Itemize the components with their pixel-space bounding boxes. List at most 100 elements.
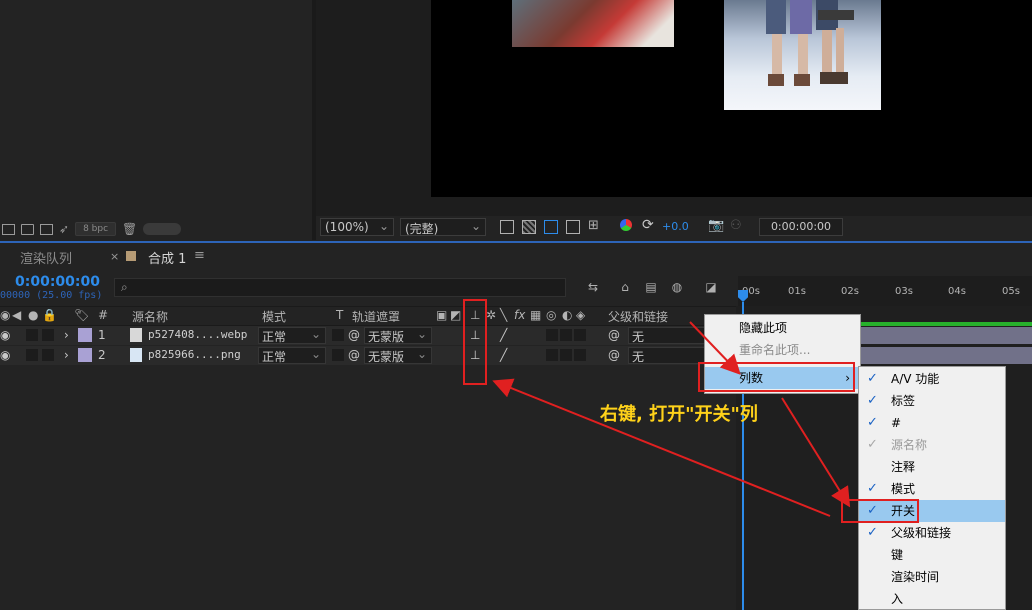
submenu-item-av[interactable]: ✓ A/V 功能 xyxy=(859,368,1005,390)
graph-editor-icon[interactable]: ◪ xyxy=(704,281,718,294)
expand-chevron-icon[interactable]: › xyxy=(64,328,69,342)
video-visibility-icon[interactable]: ◉ xyxy=(0,328,10,342)
grid-guides-icon[interactable]: ⊞ xyxy=(588,218,599,233)
collapse-switch-icon[interactable]: ✲ xyxy=(486,308,496,322)
flowchart-icon[interactable]: ➶ xyxy=(59,222,69,236)
panel-menu-icon[interactable]: ≡ xyxy=(194,248,205,263)
track-matte-header[interactable]: 轨道遮罩 xyxy=(352,308,400,325)
tab-render-queue[interactable]: 渲染队列 xyxy=(20,248,72,267)
color-channel-icon[interactable] xyxy=(620,219,632,231)
solo-toggle[interactable] xyxy=(42,349,54,361)
current-time[interactable]: 0:00:00:00 xyxy=(15,274,100,290)
switch-cell[interactable] xyxy=(546,349,558,361)
table-row[interactable]: ◉ › 2 p825966....png 正常 ⌄ @ 无蒙版 ⌄ ⊥ ╱ @ 无 xyxy=(0,346,736,365)
region-of-interest-icon[interactable] xyxy=(566,220,580,234)
switch-cell[interactable] xyxy=(574,329,586,341)
zoom-select[interactable]: (100%) ⌄ xyxy=(320,218,394,236)
bit-depth-button[interactable]: 8 bpc xyxy=(75,222,117,236)
submenu-item-source-name[interactable]: ✓ 源名称 xyxy=(859,434,1005,456)
audio-switch-icon[interactable]: ◀ xyxy=(12,308,21,322)
blend-mode-select[interactable]: 正常 ⌄ xyxy=(258,327,326,344)
track-matte-select[interactable]: 无蒙版 ⌄ xyxy=(364,347,432,364)
submenu-item-switches[interactable]: ✓ 开关 xyxy=(859,500,1005,522)
label-color-swatch[interactable] xyxy=(78,328,92,342)
layer-1-image[interactable] xyxy=(512,0,674,47)
layer-number-header[interactable]: # xyxy=(98,308,108,322)
transparency-grid-icon[interactable] xyxy=(522,220,536,234)
snapshot-icon[interactable]: 📷 xyxy=(708,218,724,233)
submenu-item-parent[interactable]: ✓ 父级和链接 xyxy=(859,522,1005,544)
menu-item-rename[interactable]: 重命名此项... xyxy=(705,339,860,361)
delete-icon[interactable]: 🗑 xyxy=(122,222,137,236)
submenu-item-label-col[interactable]: ✓ 标签 xyxy=(859,390,1005,412)
quality-switch-icon[interactable]: ╲ xyxy=(500,308,507,322)
submenu-item-comment[interactable]: 注释 xyxy=(859,456,1005,478)
blend-mode-select[interactable]: 正常 ⌄ xyxy=(258,347,326,364)
video-visibility-icon[interactable]: ◉ xyxy=(0,348,10,362)
adjustment-layer-icon[interactable]: ◐ xyxy=(562,308,572,322)
submenu-item-render-time[interactable]: 渲染时间 xyxy=(859,566,1005,588)
parent-select[interactable]: 无 xyxy=(628,327,708,344)
new-composition-icon[interactable] xyxy=(40,223,53,235)
viewer-timecode[interactable]: 0:00:00:00 xyxy=(759,218,843,236)
3d-layer-icon[interactable]: ◈ xyxy=(576,308,585,322)
shy-switch-icon[interactable]: ⊥ xyxy=(470,308,480,322)
parent-select[interactable]: 无 xyxy=(628,347,708,364)
exposure-reset-icon[interactable]: ⟳ xyxy=(642,217,654,233)
fx-switch-icon[interactable]: fx xyxy=(514,308,525,322)
track-matte-select[interactable]: 无蒙版 ⌄ xyxy=(364,327,432,344)
mode-header[interactable]: 模式 xyxy=(262,308,286,325)
time-ruler[interactable]: 00s 01s 02s 03s 04s 05s xyxy=(738,276,1032,306)
new-folder-icon[interactable] xyxy=(21,223,34,235)
preserve-transparency-header[interactable]: T xyxy=(336,308,343,322)
resolution-select[interactable]: (完整) ⌄ xyxy=(400,218,486,236)
switch-cell[interactable] xyxy=(560,349,572,361)
submenu-item-keys[interactable]: 键 xyxy=(859,544,1005,566)
layer-search-input[interactable]: ⌕ xyxy=(114,278,566,297)
layer-source-name[interactable]: p527408....webp xyxy=(148,328,247,341)
parent-header[interactable]: 父级和链接 xyxy=(608,308,668,325)
switch-cell[interactable] xyxy=(560,329,572,341)
table-row[interactable]: ◉ › 1 p527408....webp 正常 ⌄ @ 无蒙版 ⌄ ⊥ ╱ @ 无 xyxy=(0,326,736,345)
audio-toggle[interactable] xyxy=(26,329,38,341)
show-snapshot-icon[interactable]: ⚇ xyxy=(730,218,742,233)
video-switch-icon[interactable]: ◉ xyxy=(0,308,10,322)
lock-icon[interactable]: 🔒 xyxy=(42,308,57,322)
close-icon[interactable]: × xyxy=(110,250,119,263)
expand-chevron-icon[interactable]: › xyxy=(64,348,69,362)
label-color-swatch[interactable] xyxy=(78,348,92,362)
parent-pickwhip-icon[interactable]: @ xyxy=(608,348,620,362)
frame-blend-icon[interactable]: ▦ xyxy=(530,308,541,322)
preserve-transparency-toggle[interactable] xyxy=(332,329,344,341)
mask-visibility-icon[interactable] xyxy=(544,220,558,234)
submenu-item-in[interactable]: 入 xyxy=(859,588,1005,610)
submenu-item-mode[interactable]: ✓ 模式 xyxy=(859,478,1005,500)
source-name-header[interactable]: 源名称 xyxy=(132,308,168,325)
matte-pickwhip-icon[interactable]: @ xyxy=(348,328,360,342)
submenu-item-number[interactable]: ✓ # xyxy=(859,412,1005,434)
motion-blur-switch-icon[interactable]: ◎ xyxy=(546,308,556,322)
quality-switch-icon[interactable]: ╱ xyxy=(500,328,507,342)
menu-item-hide[interactable]: 隐藏此项 xyxy=(705,317,860,339)
exposure-value[interactable]: +0.0 xyxy=(662,220,689,233)
comp-flowchart-icon[interactable]: ⇆ xyxy=(586,281,600,294)
tab-composition[interactable]: × 合成 1 ≡ xyxy=(108,244,208,268)
switch-icon[interactable]: ◩ xyxy=(450,308,461,322)
draft-3d-icon[interactable]: ⌂ xyxy=(618,281,632,294)
audio-toggle[interactable] xyxy=(26,349,38,361)
switch-cell[interactable] xyxy=(574,349,586,361)
switch-icon[interactable]: ▣ xyxy=(436,308,447,322)
preserve-transparency-toggle[interactable] xyxy=(332,349,344,361)
shy-switch-icon[interactable]: ⊥ xyxy=(470,348,480,362)
switch-cell[interactable] xyxy=(546,329,558,341)
matte-pickwhip-icon[interactable]: @ xyxy=(348,348,360,362)
label-tag-icon[interactable]: 🏷 xyxy=(74,308,89,322)
solo-toggle[interactable] xyxy=(42,329,54,341)
shy-switch-icon[interactable]: ⊥ xyxy=(470,328,480,342)
thumbnail-slider[interactable] xyxy=(143,223,182,235)
solo-icon[interactable]: ● xyxy=(28,308,38,322)
interpret-footage-icon[interactable] xyxy=(2,223,15,235)
parent-pickwhip-icon[interactable]: @ xyxy=(608,328,620,342)
layer-source-name[interactable]: p825966....png xyxy=(148,348,241,361)
motion-blur-icon[interactable]: ◍ xyxy=(670,281,684,294)
